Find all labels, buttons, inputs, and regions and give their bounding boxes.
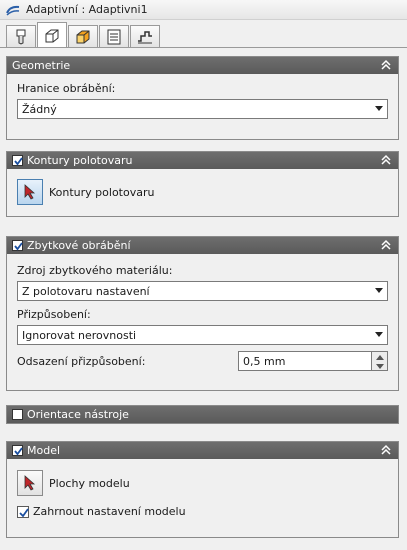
model-checkbox[interactable]: [12, 445, 23, 456]
model-header[interactable]: Model: [7, 442, 398, 459]
adjust-label: Přizpůsobení:: [17, 308, 91, 321]
offset-label: Odsazení přizpůsobení:: [17, 354, 146, 368]
include-setup-checkbox[interactable]: [17, 505, 29, 518]
collapse-icon[interactable]: [380, 444, 392, 456]
rest-machining-header[interactable]: Zbytkové obrábění: [7, 237, 398, 254]
geometry-panel: Geometrie Hranice obrábění: Žádný: [6, 56, 399, 140]
geometry-header-label: Geometrie: [12, 59, 71, 72]
check-icon: [19, 507, 29, 517]
include-setup-label: Zahrnout nastavení modelu: [33, 505, 186, 518]
heights-icon: [76, 30, 90, 44]
model-faces-pick-button[interactable]: [17, 470, 43, 496]
collapse-icon[interactable]: [380, 59, 392, 71]
offset-spin-buttons[interactable]: [372, 351, 388, 371]
tool-orientation-header-label: Orientace nástroje: [27, 408, 129, 421]
rest-source-label: Zdroj zbytkového materiálu:: [17, 264, 173, 277]
linking-icon: [138, 31, 152, 44]
offset-spinner[interactable]: 0,5 mm: [238, 351, 388, 371]
model-faces-pick-label: Plochy modelu: [49, 476, 130, 490]
title-bar: Adaptivní : Adaptivni1: [0, 0, 407, 20]
model-header-label: Model: [27, 444, 61, 457]
check-icon: [14, 242, 23, 251]
spin-up-icon[interactable]: [376, 355, 384, 360]
tab-linking[interactable]: [130, 25, 160, 48]
tool-orientation-checkbox[interactable]: [12, 409, 23, 420]
rest-machining-checkbox[interactable]: [12, 240, 23, 251]
shape-icon: [45, 29, 59, 42]
passes-icon: [107, 29, 121, 45]
rest-machining-panel: Zbytkové obrábění Zdroj zbytkového mater…: [6, 236, 399, 391]
rest-source-value: Z polotovaru nastavení: [22, 284, 150, 298]
include-setup-row[interactable]: Zahrnout nastavení modelu: [17, 505, 388, 518]
stock-contours-pick-label: Kontury polotovaru: [49, 185, 155, 199]
tab-strip: [6, 22, 161, 48]
cursor-select-icon: [24, 184, 36, 200]
tab-passes[interactable]: [99, 25, 129, 48]
check-icon: [14, 447, 23, 456]
adaptive-app-icon: [6, 5, 20, 16]
spin-down-icon[interactable]: [376, 364, 384, 369]
tab-tool[interactable]: [6, 25, 36, 48]
rest-source-select[interactable]: Z polotovaru nastavení: [17, 281, 388, 301]
stock-contours-pick-button[interactable]: [17, 179, 43, 205]
offset-input[interactable]: 0,5 mm: [238, 351, 372, 371]
collapse-icon[interactable]: [380, 154, 392, 166]
offset-value: 0,5 mm: [243, 354, 286, 368]
tab-heights[interactable]: [68, 25, 98, 48]
boundary-value: Žádný: [22, 102, 57, 116]
model-panel: Model Plochy modelu Zahrnout nastavení m…: [6, 441, 399, 538]
window-title: Adaptivní : Adaptivni1: [26, 3, 148, 16]
chevron-down-icon: [375, 332, 383, 337]
tab-geometry[interactable]: [37, 22, 67, 48]
boundary-select[interactable]: Žádný: [17, 99, 388, 119]
boundary-label: Hranice obrábění:: [17, 82, 116, 95]
tool-icon: [16, 29, 26, 45]
adjust-value: Ignorovat nerovnosti: [22, 328, 137, 342]
tab-divider: [0, 47, 407, 48]
check-icon: [14, 157, 23, 166]
chevron-down-icon: [375, 288, 383, 293]
cursor-select-icon: [24, 475, 36, 491]
stock-contours-header[interactable]: Kontury polotovaru: [7, 152, 398, 169]
rest-machining-header-label: Zbytkové obrábění: [27, 239, 131, 252]
chevron-down-icon: [375, 106, 383, 111]
stock-contours-header-label: Kontury polotovaru: [27, 154, 133, 167]
stock-contours-checkbox[interactable]: [12, 155, 23, 166]
collapse-icon[interactable]: [380, 239, 392, 251]
tool-orientation-header[interactable]: Orientace nástroje: [7, 406, 398, 423]
stock-contours-panel: Kontury polotovaru Kontury polotovaru: [6, 151, 399, 217]
adjust-select[interactable]: Ignorovat nerovnosti: [17, 325, 388, 345]
tool-orientation-panel: Orientace nástroje: [6, 405, 399, 424]
geometry-header[interactable]: Geometrie: [7, 57, 398, 74]
